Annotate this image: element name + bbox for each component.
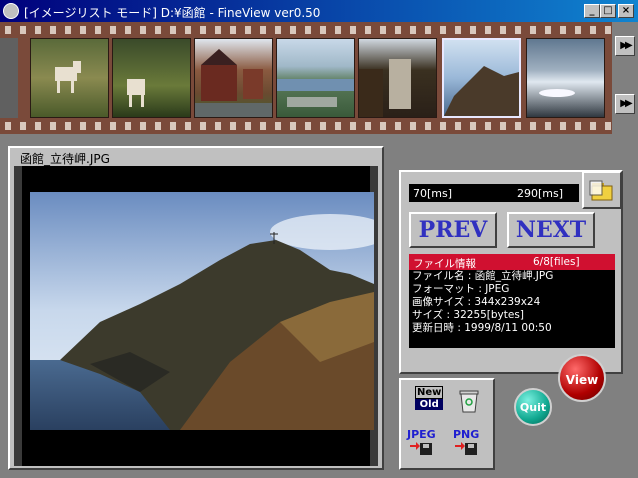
info-file-size: サイズ : 32255[bytes] <box>412 309 524 321</box>
prev-button[interactable]: PREV <box>409 212 497 248</box>
view-button[interactable]: View <box>558 354 606 402</box>
file-info-header: ファイル情報 6/8[files] <box>409 254 615 270</box>
save-jpeg-button[interactable]: JPEG <box>407 428 436 460</box>
main-photo[interactable] <box>30 192 374 430</box>
image-viewer: 函館_立待岬.JPG <box>8 146 384 470</box>
viewer-filename: 函館_立待岬.JPG <box>20 152 110 166</box>
info-image-size: 画像サイズ : 344x239x24 <box>412 296 541 308</box>
cape-thumbnail <box>444 66 519 116</box>
trash-icon <box>459 390 479 413</box>
open-folder-button[interactable] <box>582 171 622 209</box>
thumb-harbor-view[interactable] <box>276 38 355 118</box>
title-bar: [イメージリスト モード] D:¥函館 - FineView ver0.50 _… <box>0 0 638 22</box>
viewer-screen <box>14 166 378 466</box>
sea-sunlight-thumbnail <box>539 89 575 97</box>
next-button[interactable]: NEXT <box>507 212 595 248</box>
scroll-next-button[interactable]: ▶▶ <box>615 36 635 56</box>
info-modified: 更新日時 : 1999/8/11 00:50 <box>412 322 552 334</box>
thumb-building-trees[interactable] <box>358 38 437 118</box>
new-label: New <box>415 386 444 399</box>
file-count: 6/8[files] <box>533 256 580 268</box>
thumb-pony-field[interactable] <box>30 38 109 118</box>
jpeg-label: JPEG <box>407 428 436 441</box>
save-disk-icon-png <box>455 442 478 455</box>
recycle-bin-button[interactable] <box>457 388 481 417</box>
minimize-button[interactable]: _ <box>584 4 600 18</box>
thumb-cape-tachimachi[interactable] <box>442 38 521 118</box>
screen-left-rail <box>14 166 22 466</box>
maximize-button[interactable]: □ <box>600 4 616 18</box>
file-info-panel: ファイル情報 6/8[files] ファイル名 : 函館_立待岬.JPG フォー… <box>409 254 615 348</box>
png-label: PNG <box>453 428 480 441</box>
quit-button[interactable]: Quit <box>514 388 552 426</box>
filmstrip <box>0 22 638 134</box>
old-label: Old <box>415 399 444 410</box>
sort-new-old-button[interactable]: New Old <box>415 386 444 410</box>
file-info-title: ファイル情報 <box>413 258 476 270</box>
scroll-end-button[interactable]: ▶▶ <box>615 94 635 114</box>
thumb-pony-trees[interactable] <box>112 38 191 118</box>
info-format: フォーマット : JPEG <box>412 283 510 295</box>
cape-photo <box>30 192 374 430</box>
film-sprocket-holes-bottom <box>0 122 612 130</box>
folder-icon <box>589 180 613 201</box>
speed-max-label: 290[ms] <box>517 187 564 200</box>
film-left-end <box>0 38 18 118</box>
harbor-thumbnail <box>277 79 354 107</box>
info-filename: ファイル名 : 函館_立待岬.JPG <box>412 270 554 282</box>
thumb-sea-sunlight[interactable] <box>526 38 605 118</box>
film-sprocket-holes-top <box>0 26 612 34</box>
pony-thumbnail <box>55 61 81 93</box>
thumb-brick-house[interactable] <box>194 38 273 118</box>
close-button[interactable]: × <box>618 4 634 18</box>
building-trees-thumbnail <box>359 59 411 117</box>
tools-panel: New Old JPEG PNG <box>399 378 495 470</box>
pony-trees-thumbnail <box>127 79 145 107</box>
speed-slider[interactable]: 70[ms] 290[ms] <box>409 184 579 202</box>
speed-min-label: 70[ms] <box>413 187 453 200</box>
filmstrip-nav: ▶▶ ▶▶ <box>612 22 638 134</box>
app-icon[interactable] <box>3 3 19 19</box>
brick-house-thumbnail <box>195 49 272 117</box>
save-png-button[interactable]: PNG <box>453 428 479 460</box>
save-disk-icon <box>410 442 433 455</box>
window-title: [イメージリスト モード] D:¥函館 - FineView ver0.50 <box>24 6 321 20</box>
